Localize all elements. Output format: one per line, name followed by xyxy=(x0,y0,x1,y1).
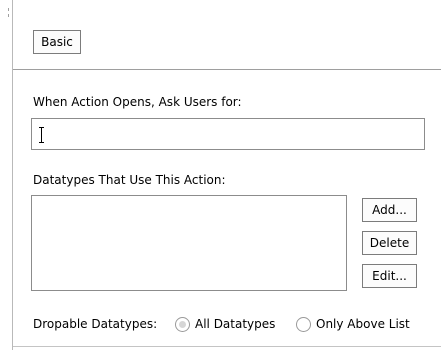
tab-basic-label: Basic xyxy=(41,35,73,49)
section-divider xyxy=(13,69,441,70)
tab-basic[interactable]: Basic xyxy=(33,30,81,54)
radio-only-above-list-label[interactable]: Only Above List xyxy=(316,317,410,331)
radio-only-above-list[interactable] xyxy=(296,317,311,332)
dropable-datatypes-label: Dropable Datatypes: xyxy=(33,317,158,331)
datatypes-list[interactable] xyxy=(31,195,347,291)
ask-users-label: When Action Opens, Ask Users for: xyxy=(33,95,242,109)
text-cursor-icon xyxy=(39,127,45,143)
edit-button[interactable]: Edit... xyxy=(362,264,417,288)
delete-button-label: Delete xyxy=(369,236,410,250)
edit-button-label: Edit... xyxy=(372,269,407,283)
left-tick-mark xyxy=(8,8,9,11)
add-button-label: Add... xyxy=(372,203,407,217)
add-button[interactable]: Add... xyxy=(362,198,417,222)
radio-all-datatypes[interactable] xyxy=(175,317,190,332)
left-tick-mark xyxy=(8,14,9,17)
left-border-line xyxy=(12,0,13,350)
ask-users-input[interactable] xyxy=(31,118,425,150)
bottom-border-line xyxy=(13,346,441,347)
datatypes-label: Datatypes That Use This Action: xyxy=(33,173,226,187)
radio-all-datatypes-label[interactable]: All Datatypes xyxy=(195,317,275,331)
delete-button[interactable]: Delete xyxy=(362,231,417,255)
